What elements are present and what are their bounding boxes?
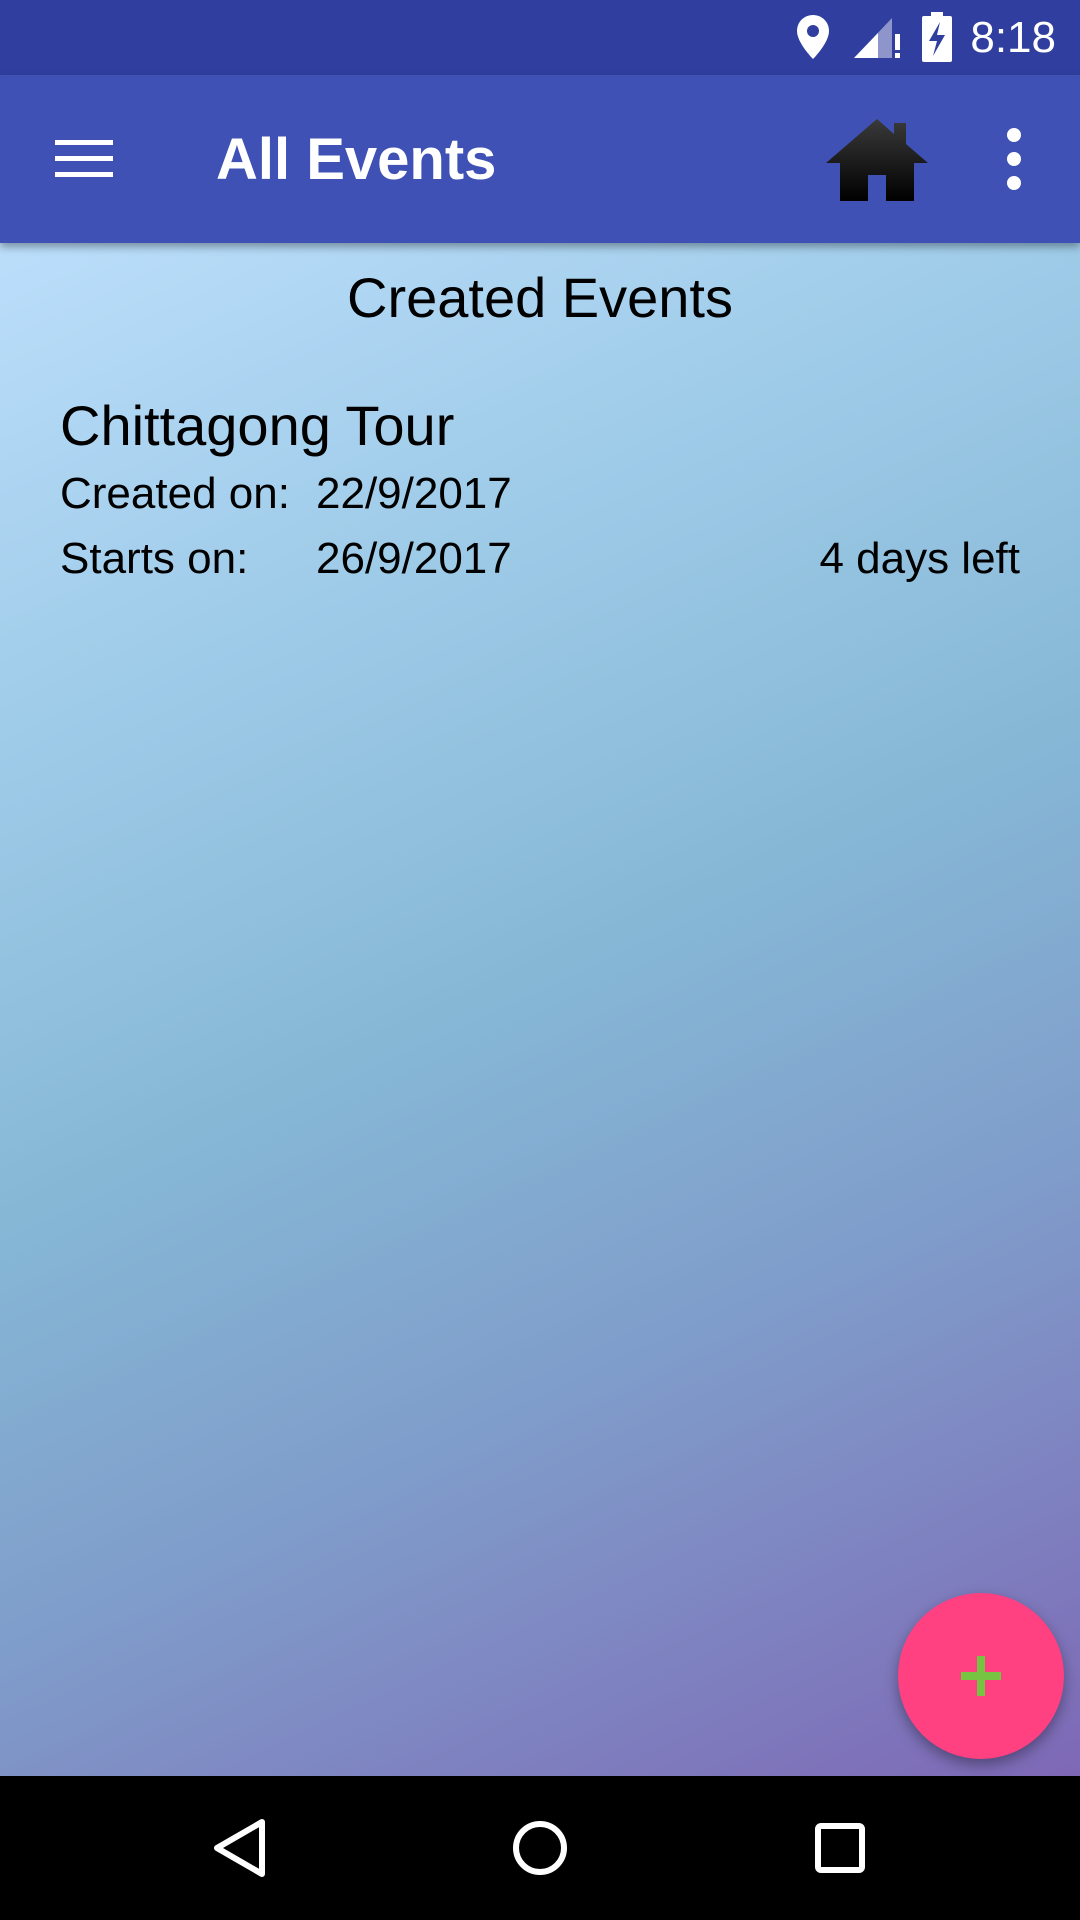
recents-button[interactable] [790,1798,890,1898]
created-date: 22/9/2017 [316,469,512,518]
starts-date: 26/9/2017 [316,534,512,583]
created-label: Created on: [60,469,290,518]
home-circle-icon [513,1821,567,1875]
section-title: Created Events [347,266,733,329]
more-vert-icon [1007,128,1021,190]
event-list-item[interactable]: Chittagong Tour Created on: 22/9/2017 St… [60,393,1020,603]
status-bar: 8:18 [0,0,1080,75]
back-button[interactable] [190,1798,290,1898]
location-icon [796,14,830,65]
signal-icon [852,16,902,65]
home-icon [826,119,928,201]
add-event-button[interactable] [898,1593,1064,1759]
screen: 8:18 All Events Created Events Chittagon… [0,0,1080,1920]
battery-charging-icon [922,12,952,67]
recents-icon [815,1823,865,1873]
home-button[interactable] [822,113,932,205]
hamburger-menu-icon [55,140,113,177]
plus-icon [961,1656,1001,1696]
content-area: Created Events Chittagong Tour Created o… [0,243,1080,1776]
menu-button[interactable] [42,121,126,197]
days-left: 4 days left [819,534,1020,583]
status-time: 8:18 [970,13,1056,62]
navigation-bar [0,1776,1080,1920]
page-title: All Events [216,127,497,192]
event-name: Chittagong Tour [60,394,455,457]
home-nav-button[interactable] [490,1798,590,1898]
overflow-menu-button[interactable] [984,121,1044,197]
starts-label: Starts on: [60,534,249,583]
app-bar: All Events [0,75,1080,243]
back-icon [214,1819,265,1877]
